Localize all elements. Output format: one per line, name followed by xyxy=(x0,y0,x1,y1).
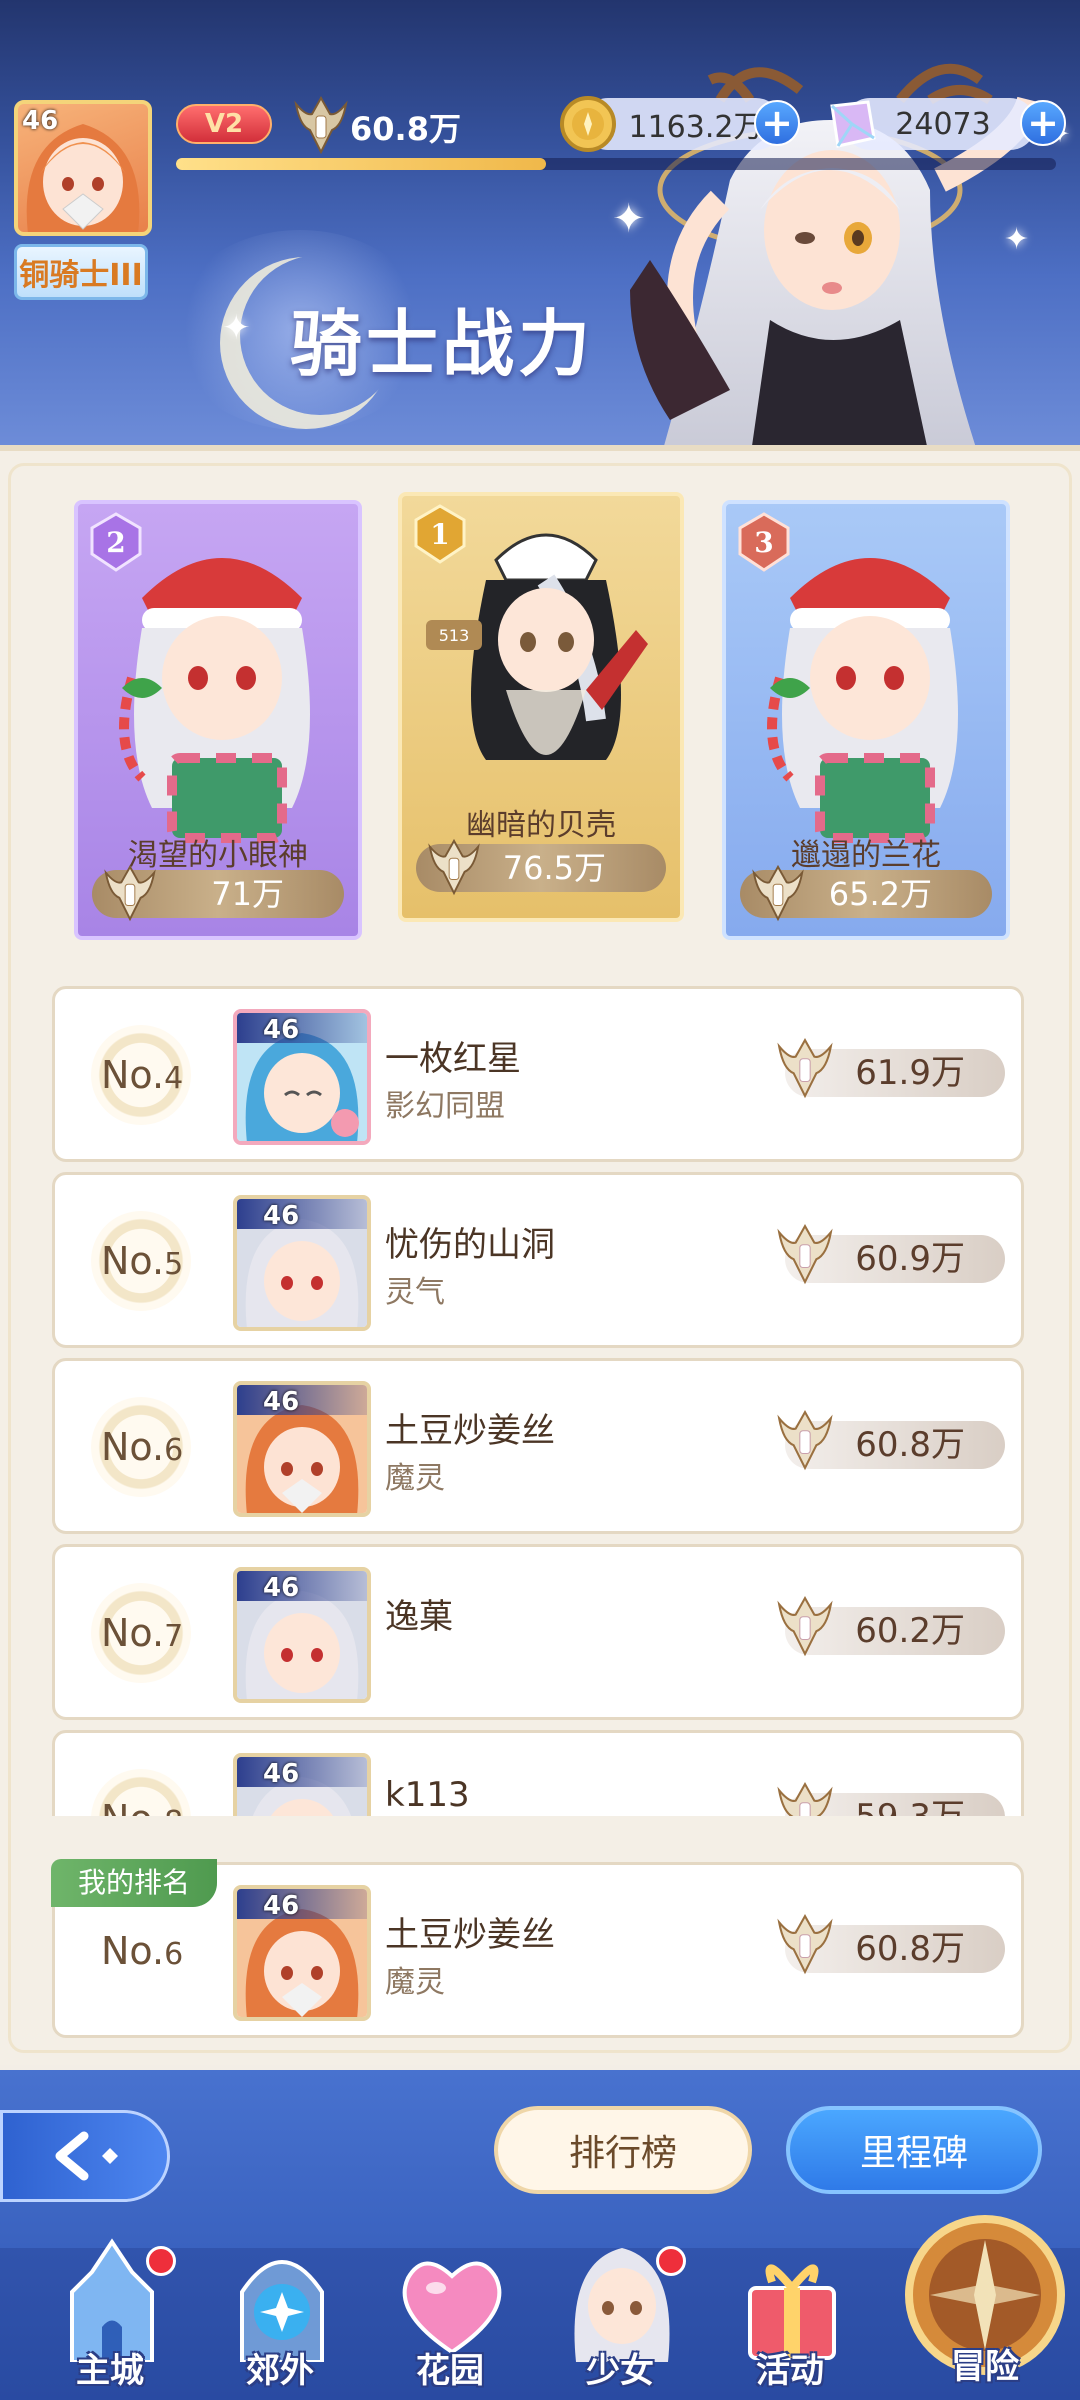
podium-card-2[interactable]: 2 渴望的小眼神 71万 xyxy=(74,500,362,940)
my-rank-tag: 我的排名 xyxy=(51,1859,217,1907)
podium-character-image xyxy=(119,558,310,843)
guild-name: 灵气 xyxy=(385,1275,445,1310)
add-gem-button[interactable]: + xyxy=(1020,100,1066,146)
nav-adventure[interactable]: 冒险 xyxy=(900,2210,1070,2396)
rank-number: No.4 xyxy=(101,1053,184,1097)
vip-badge[interactable]: V2 xyxy=(176,104,272,144)
my-rank-number: No.6 xyxy=(101,1929,184,1973)
power-icon xyxy=(777,1037,833,1099)
back-button[interactable] xyxy=(0,2110,170,2202)
list-item[interactable]: No.6 46 土豆炒姜丝 魔灵 60.8万 xyxy=(52,1358,1024,1534)
avatar[interactable]: 46 xyxy=(233,1567,371,1703)
leaderboard-button[interactable]: 排行榜 xyxy=(494,2106,752,2194)
exp-bar-fill xyxy=(176,158,546,170)
header-banner: ✦ ✦ ✦ ✦ 46 铜骑士III V2 xyxy=(0,0,1080,445)
nav-events[interactable]: 活动 xyxy=(710,2232,870,2400)
my-rank-row[interactable]: 我的排名 No.6 46 土豆炒姜丝 魔灵 60.8万 xyxy=(51,1859,1024,2038)
player-rank-tag: 铜骑士III xyxy=(14,244,148,300)
page-title: 骑士战力 xyxy=(290,302,595,386)
notification-dot xyxy=(146,2246,176,2276)
podium-power: 65.2万 xyxy=(740,864,992,922)
power-icon xyxy=(777,1223,833,1285)
back-arrow-icon xyxy=(55,2131,118,2181)
power-icon xyxy=(777,1781,833,1816)
power-icon xyxy=(777,1595,833,1657)
list-item[interactable]: No.8 46 k113 59.3万 xyxy=(52,1730,1024,1816)
player-name: 一枚红星 xyxy=(385,1039,521,1079)
nav-garden[interactable]: 花园 xyxy=(370,2232,530,2400)
ranking-list[interactable]: No.4 46 一枚红星 影幻同盟 61.9万 No.5 46 忧伤的山洞 灵气… xyxy=(52,986,1028,1816)
power-icon xyxy=(294,95,348,154)
nav-outskirts[interactable]: 郊外 xyxy=(200,2232,360,2400)
player-name: k113 xyxy=(385,1775,470,1815)
player-name: 逸菓 xyxy=(385,1597,453,1637)
avatar[interactable]: 46 xyxy=(233,1195,371,1331)
rank-number: No.6 xyxy=(101,1425,184,1469)
podium-card-3[interactable]: 3 邋遢的兰花 65.2万 xyxy=(722,500,1010,940)
list-item[interactable]: No.4 46 一枚红星 影幻同盟 61.9万 xyxy=(52,986,1024,1162)
podium-power-value: 71万 xyxy=(211,875,284,913)
list-item[interactable]: No.5 46 忧伤的山洞 灵气 60.9万 xyxy=(52,1172,1024,1348)
player-level: 46 xyxy=(22,106,59,136)
guild-name: 影幻同盟 xyxy=(385,1089,505,1124)
nav-castle[interactable]: 主城 xyxy=(30,2232,190,2400)
podium-power: 71万 xyxy=(92,864,344,922)
milestone-button[interactable]: 里程碑 xyxy=(786,2106,1042,2194)
gold-value: 1163.2万 xyxy=(628,110,764,145)
power-icon xyxy=(777,1409,833,1471)
podium-card-1[interactable]: 1 513 幽暗的贝壳 76.5万 xyxy=(398,492,684,922)
gold-coin-icon xyxy=(560,96,616,152)
guild-name: 魔灵 xyxy=(385,1461,445,1496)
podium-power: 76.5万 xyxy=(416,838,666,896)
nav-girls[interactable]: 少女 xyxy=(540,2232,700,2400)
player-power: 60.8万 xyxy=(350,110,461,148)
rank-number: No.8 xyxy=(101,1797,211,1816)
avatar[interactable]: 46 xyxy=(233,1381,371,1517)
avatar[interactable]: 46 xyxy=(233,1009,371,1145)
player-name: 忧伤的山洞 xyxy=(385,1225,555,1265)
player-name: 土豆炒姜丝 xyxy=(385,1915,555,1955)
player-avatar[interactable]: 46 xyxy=(14,100,152,236)
avatar[interactable]: 46 xyxy=(233,1753,371,1816)
podium-power-value: 76.5万 xyxy=(502,849,606,887)
gem-icon xyxy=(830,100,876,148)
svg-text:513: 513 xyxy=(439,626,470,645)
podium-power-value: 65.2万 xyxy=(828,875,932,913)
list-item[interactable]: No.7 46 逸菓 60.2万 xyxy=(52,1544,1024,1720)
add-gold-button[interactable]: + xyxy=(754,100,800,146)
notification-dot xyxy=(656,2246,686,2276)
player-name: 土豆炒姜丝 xyxy=(385,1411,555,1451)
guild-name: 魔灵 xyxy=(385,1965,445,2000)
power-icon xyxy=(428,838,480,896)
rank-number: No.5 xyxy=(101,1239,184,1283)
avatar[interactable]: 46 xyxy=(233,1885,371,2021)
gem-value: 24073 xyxy=(895,106,991,142)
power-icon xyxy=(104,864,156,922)
power-icon xyxy=(752,864,804,922)
power-icon xyxy=(777,1913,833,1975)
rank-number: No.7 xyxy=(101,1611,184,1655)
podium-character-image xyxy=(767,558,958,843)
exp-bar xyxy=(176,158,1056,170)
